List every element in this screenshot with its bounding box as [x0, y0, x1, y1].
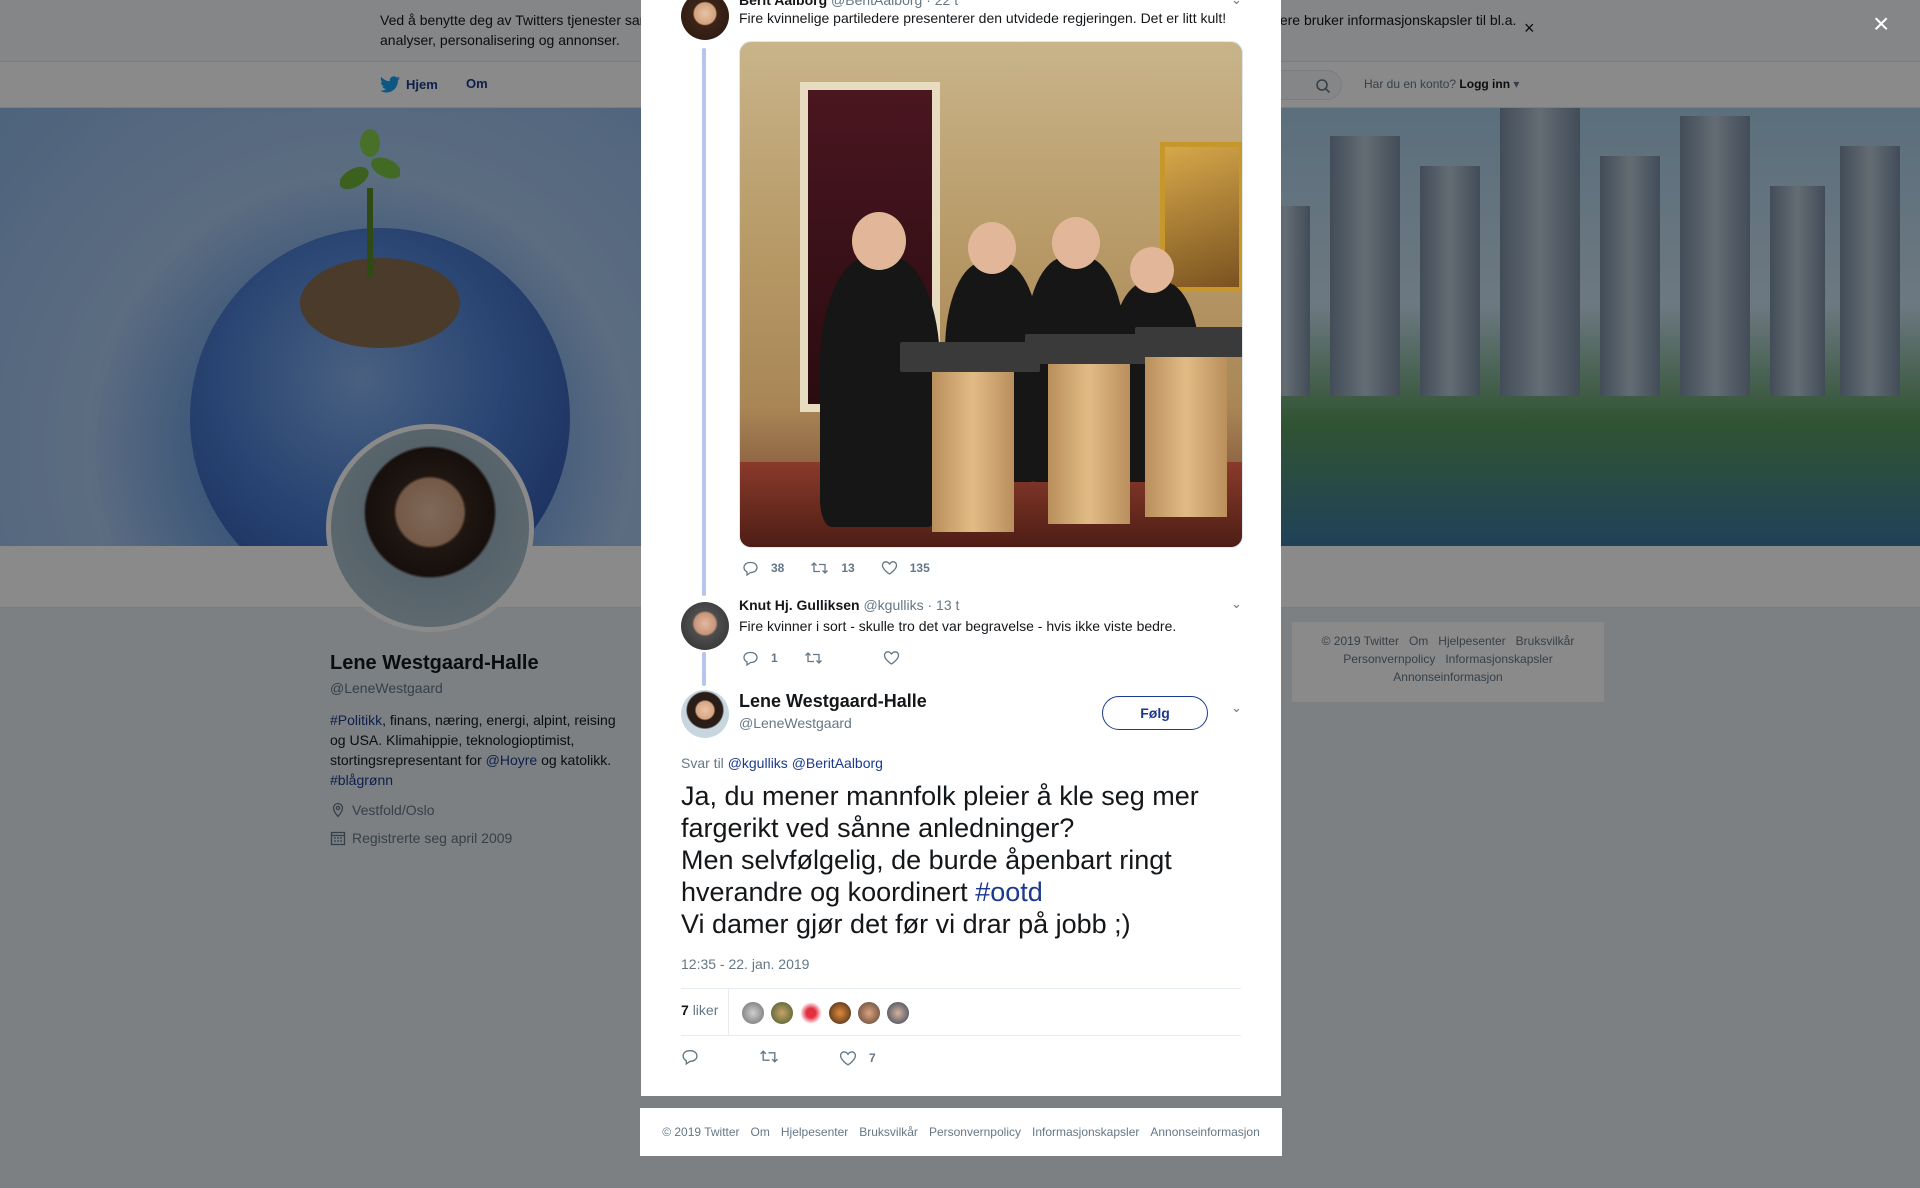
likes-label: liker: [692, 1002, 719, 1018]
tweet-header: Knut Hj. Gulliksen @kgulliks · 13 t: [739, 597, 959, 613]
reply-action[interactable]: [681, 1048, 699, 1068]
liker-avatar[interactable]: [770, 1001, 794, 1025]
retweet-icon: [760, 1050, 778, 1063]
reply-mention-kgulliks[interactable]: @kgulliks: [728, 755, 788, 771]
reply-to-line: Svar til @kgulliks @BeritAalborg: [681, 755, 883, 771]
liker-avatar[interactable]: [857, 1001, 881, 1025]
heart-icon: [883, 651, 899, 665]
chevron-down-icon[interactable]: ⌄: [1231, 0, 1242, 8]
liker-avatar[interactable]: [828, 1001, 852, 1025]
footer-link-ads[interactable]: Annonseinformasjon: [1150, 1125, 1259, 1139]
modal-footer: © 2019 Twitter Om Hjelpesenter Bruksvilk…: [640, 1108, 1282, 1156]
heart-icon: [881, 561, 897, 575]
tweet-line-with-hashtag: Men selvfølgelig, de burde åpenbart ring…: [681, 844, 1241, 908]
reply-mention-beritaalborg[interactable]: @BeritAalborg: [792, 755, 883, 771]
reply-icon: [743, 561, 758, 576]
like-action[interactable]: [883, 650, 900, 666]
tweet-line: Ja, du mener mannfolk pleier å kle seg m…: [681, 781, 1199, 843]
like-count: 135: [909, 561, 930, 575]
reply-icon: [743, 651, 758, 666]
tweet-actions: 38 13 135: [742, 560, 956, 576]
liker-avatar[interactable]: [886, 1001, 910, 1025]
chevron-down-icon[interactable]: ⌄: [1231, 700, 1242, 716]
likes-stat[interactable]: 7 liker: [681, 1002, 718, 1018]
tweet-timestamp[interactable]: 12:35 - 22. jan. 2019: [681, 956, 809, 972]
footer-link-privacy[interactable]: Personvernpolicy: [929, 1125, 1021, 1139]
reply-count: 1: [771, 651, 778, 665]
follow-button[interactable]: Følg: [1102, 696, 1208, 730]
liker-avatar[interactable]: [799, 1001, 823, 1025]
footer-link-help[interactable]: Hjelpesenter: [781, 1125, 848, 1139]
reply-count: 38: [771, 561, 785, 575]
like-action[interactable]: 135: [881, 560, 930, 576]
heart-icon: [839, 1050, 857, 1066]
tweet-permalink-modal: Berit Aalborg @BeritAalborg · 22 t ⌄ Fir…: [641, 0, 1281, 1096]
retweet-action[interactable]: [804, 650, 823, 666]
tweet-actions: 7: [681, 1048, 876, 1068]
tweet-line: Men selvfølgelig, de burde åpenbart ring…: [681, 845, 1172, 907]
reply-icon: [682, 1049, 698, 1066]
tweet-time[interactable]: · 22 t: [926, 0, 958, 8]
liker-avatar[interactable]: [741, 1001, 765, 1025]
footer-link-cookies[interactable]: Informasjonskapsler: [1032, 1125, 1139, 1139]
tweet-author-name[interactable]: Lene Westgaard-Halle: [739, 691, 927, 712]
close-icon[interactable]: ×: [1873, 10, 1889, 38]
stats-divider: [728, 989, 729, 1036]
retweet-icon: [811, 562, 829, 574]
footer-copyright: © 2019 Twitter: [662, 1125, 740, 1139]
tweet-time[interactable]: · 13 t: [927, 597, 959, 613]
tweet-author-handle[interactable]: @BeritAalborg: [831, 0, 922, 8]
footer-link-terms[interactable]: Bruksvilkår: [859, 1125, 918, 1139]
tweet-author-handle[interactable]: @kgulliks: [863, 597, 923, 613]
tweet-author-name[interactable]: Berit Aalborg: [739, 0, 827, 8]
tweet-line: Vi damer gjør det før vi drar på jobb ;): [681, 909, 1131, 939]
tweet-text: Fire kvinner i sort - skulle tro det var…: [739, 618, 1177, 634]
thread-line: [702, 652, 706, 686]
footer-link-about[interactable]: Om: [751, 1125, 770, 1139]
retweet-action[interactable]: 13: [810, 560, 855, 576]
tweet-author-avatar[interactable]: [681, 690, 729, 738]
retweet-count: 13: [841, 561, 855, 575]
tweet-text: Fire kvinnelige partiledere presenterer …: [739, 10, 1227, 26]
reply-prefix: Svar til: [681, 755, 724, 771]
tweet-photo[interactable]: [739, 41, 1243, 548]
tweet-main-text: Ja, du mener mannfolk pleier å kle seg m…: [681, 780, 1241, 940]
like-action[interactable]: 7: [839, 1050, 876, 1067]
thread-line: [702, 48, 706, 596]
tweet-header: Berit Aalborg @BeritAalborg · 22 t: [739, 0, 958, 8]
chevron-down-icon[interactable]: ⌄: [1231, 596, 1242, 612]
retweet-icon: [804, 652, 822, 664]
like-count: 7: [869, 1051, 876, 1065]
reply-action[interactable]: 1: [742, 650, 778, 666]
tweet-stats: 7 liker: [681, 988, 1241, 1036]
tweet-author-name[interactable]: Knut Hj. Gulliksen: [739, 597, 860, 613]
hashtag-ootd[interactable]: #ootd: [975, 877, 1043, 907]
tweet-author-avatar[interactable]: [681, 602, 729, 650]
tweet-author-handle[interactable]: @LeneWestgaard: [739, 715, 852, 731]
tweet-actions: 1: [742, 650, 926, 666]
tweet-author-avatar[interactable]: [681, 0, 729, 40]
likes-number: 7: [681, 1002, 689, 1018]
reply-action[interactable]: 38: [742, 560, 784, 576]
retweet-action[interactable]: [759, 1048, 779, 1068]
